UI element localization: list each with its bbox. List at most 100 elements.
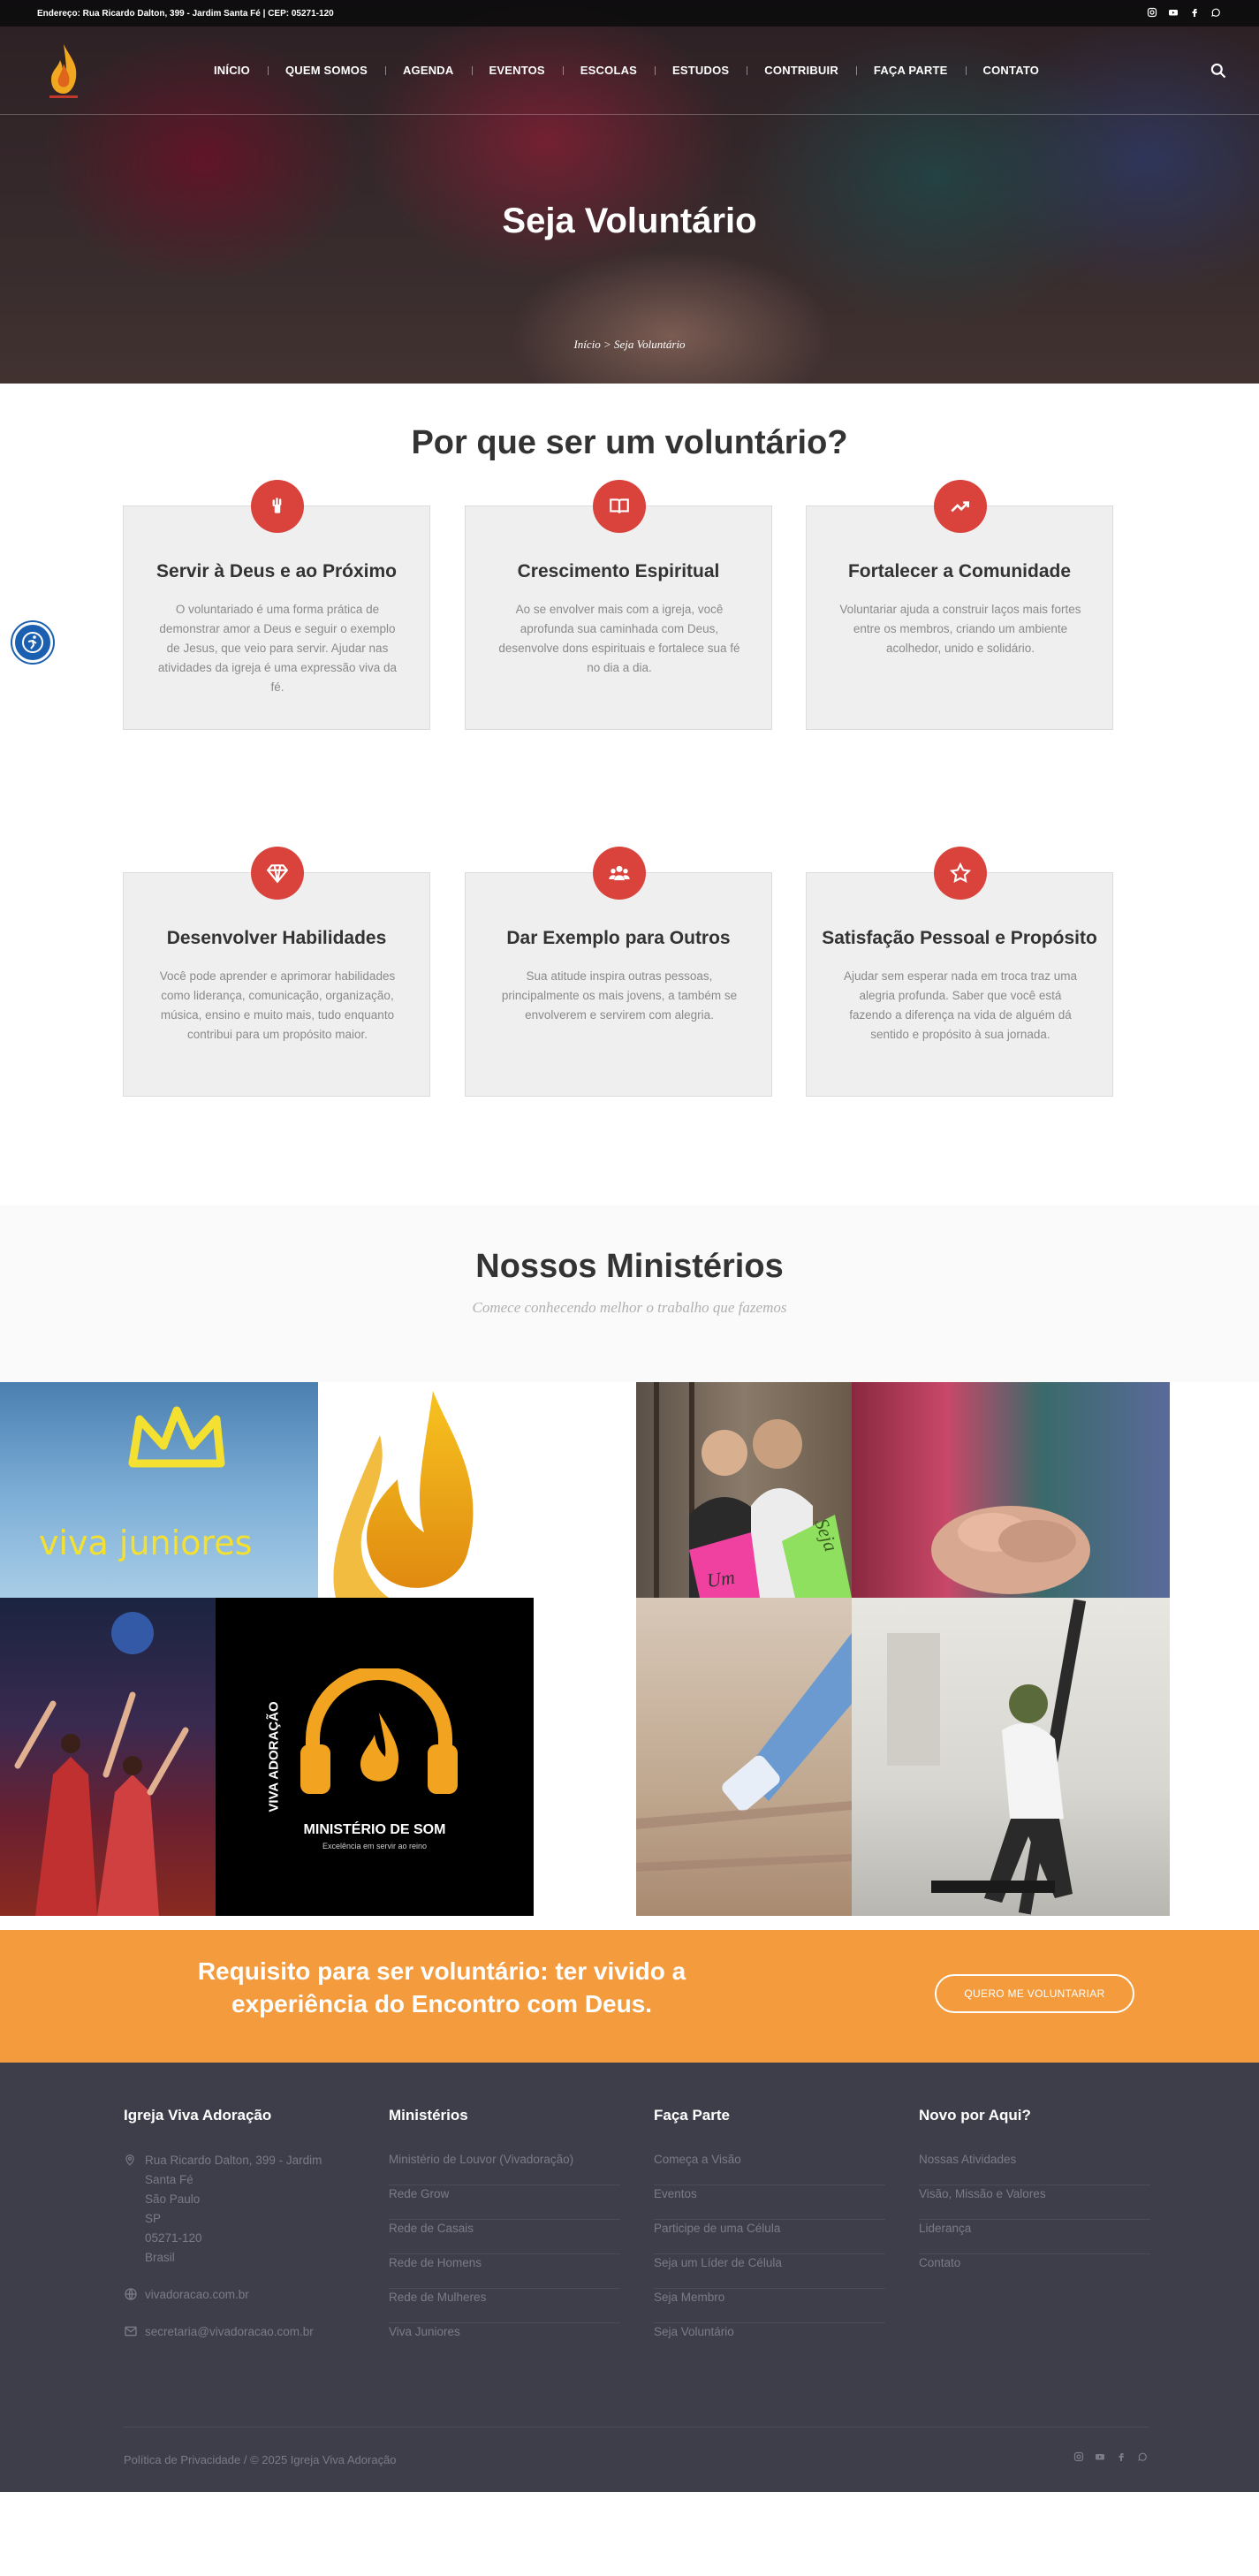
nav-item-estudos[interactable]: ESTUDOS [655, 64, 747, 77]
footer-col-title: Igreja Viva Adoração [124, 2107, 272, 2124]
worship-scene-image [14, 1612, 189, 1916]
facebook-icon[interactable] [1188, 7, 1201, 19]
nav-item-inicio[interactable]: INÍCIO [196, 64, 268, 77]
why-card-text: Você pode aprender e aprimorar habilidad… [159, 969, 396, 1041]
email-link[interactable]: secretaria@vivadoracao.com.br [145, 2322, 314, 2342]
nav-item-faca-parte[interactable]: FAÇA PARTE [855, 64, 966, 77]
youtube-icon[interactable] [1167, 7, 1179, 19]
ministry-tile-worker[interactable] [852, 1598, 1170, 1916]
why-card-title: Crescimento Espiritual [517, 561, 720, 581]
flame-logo-icon [333, 1391, 474, 1598]
volunteer-cta-band: Requisito para ser voluntário: ter vivid… [0, 1930, 1259, 2063]
cta-requirement-text: Requisito para ser voluntário: ter vivid… [197, 1957, 686, 2017]
volunteer-button[interactable]: QUERO ME VOLUNTARIAR [935, 1974, 1134, 2013]
address-line: Brasil [145, 2251, 175, 2264]
som-vertical-caption: VIVA ADORAÇÃO [266, 1701, 282, 1812]
star-icon [934, 847, 987, 900]
ministries-subtitle: Comece conhecendo melhor o trabalho que … [472, 1299, 787, 1316]
footer-website: vivadoracao.com.br [124, 2285, 355, 2305]
footer-link[interactable]: Nossas Atividades [919, 2151, 1150, 2185]
diamond-icon [251, 847, 304, 900]
why-card-growth: Crescimento Espiritual Ao se envolver ma… [465, 480, 772, 730]
som-caption: MINISTÉRIO DE SOM [303, 1822, 446, 1837]
whatsapp-icon[interactable] [1210, 7, 1222, 19]
footer-link[interactable]: Rede Grow [389, 2185, 620, 2220]
ministry-tile-cleaning[interactable] [636, 1598, 852, 1916]
ministry-tile-worship[interactable] [0, 1598, 216, 1916]
why-card-text: Sua atitude inspira outras pessoas, prin… [501, 969, 738, 1022]
som-tagline: Excelência em servir ao reino [322, 1842, 428, 1850]
hands-photo-image [931, 1506, 1090, 1594]
footer-link[interactable]: Seja um Líder de Célula [654, 2254, 885, 2289]
nav-item-escolas[interactable]: ESCOLAS [562, 64, 655, 77]
footer-link[interactable]: Seja Voluntário [654, 2323, 885, 2358]
nav-item-eventos[interactable]: EVENTOS [471, 64, 563, 77]
footer-link[interactable]: Eventos [654, 2185, 885, 2220]
why-card-serve: Servir à Deus e ao Próximo O voluntariad… [123, 480, 430, 730]
footer-email: secretaria@vivadoracao.com.br [124, 2322, 355, 2342]
footer-link[interactable]: Liderança [919, 2220, 1150, 2254]
footer-address: Rua Ricardo Dalton, 399 - Jardim Santa F… [124, 2151, 355, 2268]
ministry-tile-hands[interactable] [852, 1382, 1170, 1598]
ministry-tile-flame[interactable] [318, 1382, 534, 1598]
footer-link[interactable]: Rede de Casais [389, 2220, 620, 2254]
footer-link[interactable]: Rede de Homens [389, 2254, 620, 2289]
footer-col-title: Faça Parte [654, 2107, 730, 2124]
instagram-icon[interactable] [1146, 7, 1158, 19]
hand-raised-icon [251, 480, 304, 533]
top-bar: Endereço: Rua Ricardo Dalton, 399 - Jard… [0, 0, 1259, 27]
trend-up-icon [934, 480, 987, 533]
footer-link[interactable]: Rede de Mulheres [389, 2289, 620, 2323]
sign-caption-um: Um [705, 1565, 737, 1592]
couple-photo-image [654, 1382, 852, 1598]
footer-col-church: Igreja Viva Adoração Rua Ricardo Dalton,… [124, 2107, 355, 2359]
footer-link[interactable]: Viva Juniores [389, 2323, 620, 2358]
footer-copyright[interactable]: Política de Privacidade / © 2025 Igreja … [124, 2453, 397, 2466]
ministry-tile-viva-juniores[interactable]: viva juniores [0, 1382, 318, 1598]
address-line: Rua Ricardo Dalton, 399 - Jardim [145, 2154, 322, 2167]
worker-photo-image [887, 1599, 1087, 1915]
whatsapp-icon[interactable] [1136, 2451, 1149, 2464]
why-card-text: O voluntariado é uma forma prática de de… [157, 603, 398, 694]
footer-social [1073, 2451, 1149, 2464]
cleaning-photo-image [636, 1633, 852, 1872]
footer-divider [124, 2427, 1149, 2428]
why-card-title: Servir à Deus e ao Próximo [156, 561, 397, 581]
church-logo[interactable] [37, 37, 90, 104]
nav-item-contribuir[interactable]: CONTRIBUIR [747, 64, 856, 77]
nav-menu: INÍCIO QUEM SOMOS AGENDA EVENTOS ESCOLAS… [196, 64, 1057, 77]
website-link[interactable]: vivadoracao.com.br [145, 2285, 249, 2305]
breadcrumb[interactable]: Início > Seja Voluntário [0, 338, 1259, 352]
why-card-title: Fortalecer a Comunidade [847, 561, 1072, 581]
why-card-text: Ajudar sem esperar nada em troca traz um… [843, 969, 1078, 1041]
search-icon[interactable] [1210, 62, 1227, 80]
footer-col-title: Ministérios [389, 2107, 468, 2124]
nav-item-quem-somos[interactable]: QUEM SOMOS [267, 64, 385, 77]
nav-item-contato[interactable]: CONTATO [965, 64, 1058, 77]
globe-icon [124, 2287, 138, 2301]
footer-link[interactable]: Participe de uma Célula [654, 2220, 885, 2254]
why-card-text: Ao se envolver mais com a igreja, você a… [498, 603, 740, 674]
facebook-icon[interactable] [1115, 2451, 1127, 2464]
site-footer: Igreja Viva Adoração Rua Ricardo Dalton,… [0, 2063, 1259, 2492]
page-title: Seja Voluntário [502, 201, 757, 240]
accessibility-icon[interactable] [12, 622, 53, 663]
top-bar-social [1146, 7, 1222, 19]
youtube-icon[interactable] [1094, 2451, 1106, 2464]
main-nav: INÍCIO QUEM SOMOS AGENDA EVENTOS ESCOLAS… [0, 27, 1259, 115]
footer-link[interactable]: Contato [919, 2254, 1150, 2289]
footer-link[interactable]: Começa a Visão [654, 2151, 885, 2185]
crown-icon [128, 1406, 225, 1468]
footer-link[interactable]: Visão, Missão e Valores [919, 2185, 1150, 2220]
ministry-tile-som[interactable]: VIVA ADORAÇÃO MINISTÉRIO DE SOM Excelênc… [216, 1598, 534, 1916]
ministry-tile-couple[interactable]: Um Seja [636, 1382, 852, 1598]
footer-link[interactable]: Ministério de Louvor (Vivadoração) [389, 2151, 620, 2185]
ministries-title: Nossos Ministérios [475, 1248, 784, 1285]
why-section-title: Por que ser um voluntário? [411, 424, 848, 461]
instagram-icon[interactable] [1073, 2451, 1085, 2464]
nav-item-agenda[interactable]: AGENDA [384, 64, 472, 77]
why-card-title: Dar Exemplo para Outros [506, 928, 731, 948]
top-bar-address: Endereço: Rua Ricardo Dalton, 399 - Jard… [37, 8, 334, 19]
footer-link[interactable]: Seja Membro [654, 2289, 885, 2323]
group-icon [593, 847, 646, 900]
